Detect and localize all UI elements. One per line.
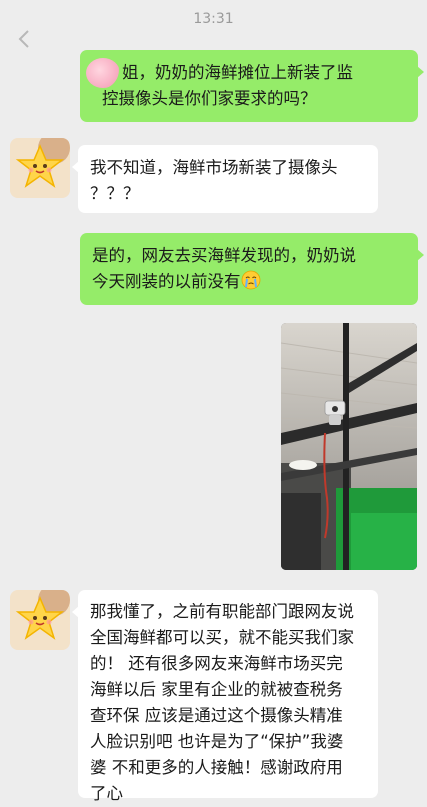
message-line: 全国海鲜都可以买，就不能买我们家 (90, 628, 354, 647)
message-line: 了心 (90, 784, 123, 803)
message-line: 那我懂了，之前有职能部门跟网友说 (90, 602, 354, 621)
message-line: ？？？ (90, 184, 140, 203)
message-line: 今天刚装的以前没有 (92, 269, 406, 295)
status-bar: 13:31 (0, 0, 427, 38)
camera-photo[interactable] (281, 323, 417, 570)
status-time: 13:31 (193, 11, 234, 27)
star-sticker-avatar[interactable] (10, 138, 70, 198)
message-line: 婆 不和更多的人接触！感谢政府用 (90, 758, 343, 777)
star-sticker-avatar[interactable] (10, 590, 70, 650)
sticker-icon (86, 58, 120, 88)
message-line: 查环保 应该是通过这个摄像头精准 (90, 706, 343, 725)
message-bubble-incoming[interactable]: 那我懂了，之前有职能部门跟网友说 全国海鲜都可以买，就不能买我们家 的！ 还有很… (72, 590, 378, 803)
crying-face-icon (241, 270, 261, 290)
message-bubble-outgoing[interactable]: 姐，奶奶的海鲜摊位上新装了监 控摄像头是你们家要求的吗？ (80, 50, 424, 122)
message-line: 控摄像头是你们家要求的吗？ (102, 89, 317, 108)
message-bubble-incoming[interactable]: 我不知道，海鲜市场新装了摄像头 ？？？ (72, 145, 378, 213)
message-line: 我不知道，海鲜市场新装了摄像头 (90, 158, 338, 177)
message-line: 海鲜以后 家里有企业的就被查税务 (90, 680, 343, 699)
message-bubble-outgoing[interactable]: 是的，网友去买海鲜发现的，奶奶说 今天刚装的以前没有 (80, 233, 424, 305)
message-line: 姐，奶奶的海鲜摊位上新装了监 (122, 63, 353, 82)
message-line: 的！ 还有很多网友来海鲜市场买完 (90, 654, 343, 673)
message-line: 是的，网友去买海鲜发现的，奶奶说 (92, 246, 356, 265)
message-line: 人脸识别吧 也许是为了“保护”我婆 (90, 732, 344, 751)
chevron-left-icon[interactable] (14, 27, 34, 51)
